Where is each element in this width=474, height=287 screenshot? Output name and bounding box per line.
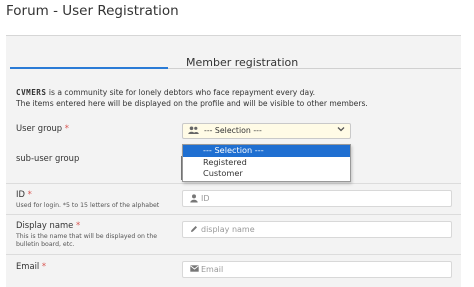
email-field[interactable]: Email: [182, 261, 452, 278]
id-label: ID *: [16, 189, 32, 199]
id-hint: Used for login. *5 to 15 letters of the …: [16, 202, 160, 209]
sub-user-group-label: sub-user group: [16, 153, 80, 163]
page-title: Forum - User Registration: [6, 3, 179, 19]
user-group-select[interactable]: --- Selection ---: [182, 123, 351, 139]
tab-divider: [168, 68, 461, 69]
tab-active-underline: [10, 67, 168, 69]
users-icon: [188, 126, 199, 137]
display-name-hint: This is the name that will be displayed …: [16, 233, 158, 248]
id-placeholder: ID: [201, 194, 210, 203]
row-divider: [6, 214, 461, 215]
chevron-down-icon: [337, 125, 345, 135]
dropdown-option-customer[interactable]: Customer: [183, 168, 350, 180]
row-divider: [6, 254, 461, 255]
email-label: Email *: [16, 261, 47, 271]
dropdown-option-registered[interactable]: Registered: [183, 157, 350, 169]
display-name-placeholder: display name: [201, 225, 255, 234]
id-field[interactable]: ID: [182, 190, 452, 207]
user-icon: [190, 194, 198, 205]
intro-line-2: The items entered here will be displayed…: [16, 99, 368, 108]
display-name-field[interactable]: display name: [182, 221, 452, 238]
pencil-icon: [190, 225, 198, 235]
row-divider: [6, 183, 461, 184]
intro-text: CVMERS is a community site for lonely de…: [16, 87, 368, 109]
user-group-dropdown[interactable]: --- Selection --- Registered Customer: [182, 144, 351, 182]
user-group-label: User group *: [16, 123, 69, 133]
intro-line-1: CVMERS is a community site for lonely de…: [16, 88, 316, 97]
email-placeholder: Email: [201, 265, 224, 274]
brand-logo: CVMERS: [16, 88, 47, 97]
display-name-label: Display name *: [16, 220, 81, 230]
user-group-value: --- Selection ---: [204, 126, 262, 135]
envelope-icon: [190, 265, 199, 274]
dropdown-option-selection[interactable]: --- Selection ---: [183, 145, 350, 157]
